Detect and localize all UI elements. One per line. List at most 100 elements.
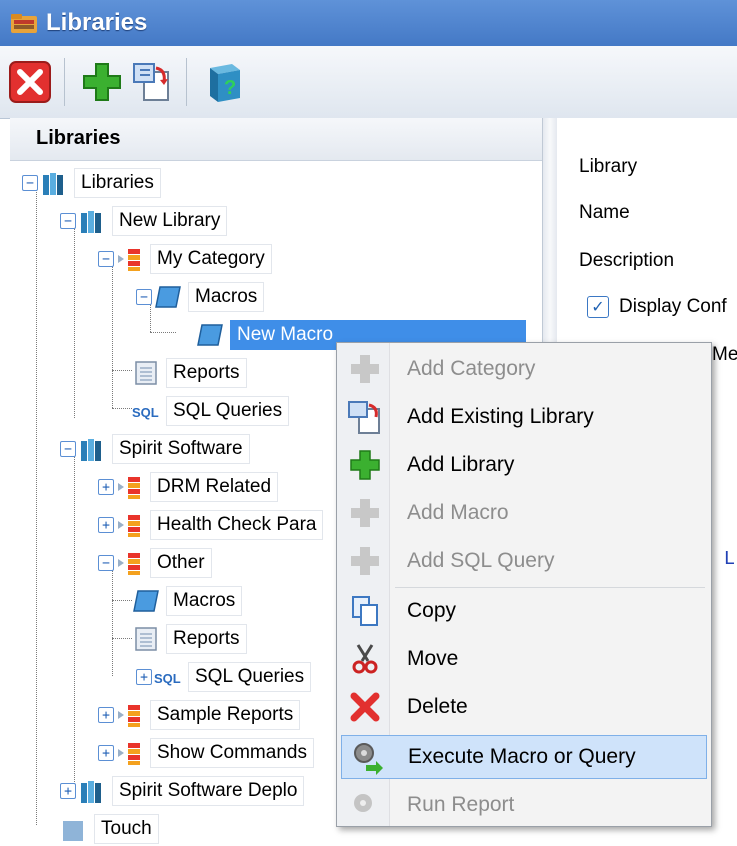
add-icon[interactable] [80,60,124,104]
collapse-toggle[interactable]: − [98,251,114,267]
library-books-icon [43,173,63,195]
svg-text:SQL: SQL [132,405,159,420]
close-icon[interactable] [8,60,52,104]
category-icon [118,705,140,727]
svg-text:SQL: SQL [154,671,181,686]
menu-item-label: Add Category [407,357,536,380]
panel-header: Libraries [10,118,542,161]
tree-node-health-check[interactable]: + Health Check Para [98,508,324,542]
tree-node-other-macros[interactable]: Macros [132,584,243,618]
expand-toggle[interactable]: + [98,707,114,723]
library-books-icon [81,211,101,233]
menu-item-add-category[interactable]: Add Category [341,347,707,391]
add-sql-query-icon [351,547,379,575]
menu-item-add-library[interactable]: Add Library [341,443,707,487]
collapse-toggle[interactable]: − [22,175,38,191]
menu-item-run-report[interactable]: Run Report [341,783,707,827]
tree-node-sql-queries[interactable]: SQL SQL Queries [132,394,290,428]
tree-node-label: My Category [150,244,272,274]
library-books-icon [81,781,101,803]
tree-node-label: Spirit Software [112,434,250,464]
collapse-toggle[interactable]: − [60,441,76,457]
collapse-toggle[interactable]: − [60,213,76,229]
tree-node-label: Macros [188,282,265,312]
window-title: Libraries [46,9,148,36]
add-existing-library-icon [348,401,380,434]
tree-node-reports[interactable]: Reports [132,356,247,390]
expand-toggle[interactable]: + [60,783,76,799]
tree-node-label: SQL Queries [166,396,290,426]
macro-scroll-icon [197,324,223,346]
menu-item-add-macro[interactable]: Add Macro [341,491,707,535]
tree-node-drm-related[interactable]: + DRM Related [98,470,279,504]
title-bar: Libraries [0,0,737,46]
libraries-folder-icon [11,14,37,33]
library-books-icon [63,821,83,841]
menu-item-add-sql-query[interactable]: Add SQL Query [341,539,707,583]
tree-node-macros[interactable]: − Macros [136,280,265,314]
tree-node-touch[interactable]: Touch [60,812,159,846]
tree-node-sample-reports[interactable]: + Sample Reports [98,698,301,732]
tree-node-spirit-software[interactable]: − Spirit Software [60,432,250,466]
sql-icon: SQL [132,405,159,420]
add-library-icon [350,450,380,480]
menu-item-move[interactable]: Move [341,637,707,681]
truncated-label: Me [712,344,737,365]
tree-node-label: DRM Related [150,472,279,502]
menu-item-label: Add Library [407,453,515,476]
menu-item-delete[interactable]: Delete [341,685,707,729]
tree-node-label: Show Commands [150,738,314,768]
tree-node-other-sql[interactable]: + SQL SQL Queries [136,660,312,694]
tree-node-label: Spirit Software Deplo [112,776,305,806]
tree-line [112,266,113,408]
display-conf-label: Display Conf [619,296,727,317]
copy-icon [352,596,378,626]
tree-line [112,370,132,371]
menu-item-label: Run Report [407,793,515,816]
menu-item-execute[interactable]: Execute Macro or Query [341,735,707,779]
toolbar: ? [0,46,737,119]
expand-toggle[interactable]: + [98,479,114,495]
tree-node-my-category[interactable]: − My Category [98,242,272,276]
tree-line [112,570,113,676]
collapse-toggle[interactable]: − [136,289,152,305]
sql-icon: SQL [154,671,181,686]
tree-line [150,332,176,333]
menu-item-label: Add SQL Query [407,549,555,572]
expand-toggle[interactable]: + [98,517,114,533]
report-icon [135,627,157,651]
tree-node-label: New Library [112,206,228,236]
menu-item-label: Add Existing Library [407,405,594,428]
toolbar-separator [64,58,65,106]
tree-node-spirit-deploy[interactable]: + Spirit Software Deplo [60,774,305,808]
add-category-icon [351,355,379,383]
tree-line [36,190,37,825]
tree-line [74,228,75,418]
tree-node-other-reports[interactable]: Reports [132,622,247,656]
tree-node-libraries[interactable]: − Libraries [22,166,161,200]
code-editor-text[interactable]: L [724,548,735,569]
tree-node-new-library[interactable]: − New Library [60,204,228,238]
menu-item-add-existing-library[interactable]: Add Existing Library [341,395,707,439]
tree-line [112,600,132,601]
menu-item-label: Copy [407,599,457,622]
category-icon [118,553,140,575]
tree-node-other[interactable]: − Other [98,546,212,580]
help-book-icon[interactable]: ? [202,60,246,104]
import-icon[interactable] [130,60,174,104]
scissors-icon [352,644,378,674]
tree-node-label: Touch [94,814,159,844]
menu-item-copy[interactable]: Copy [341,589,707,633]
tree-node-show-commands[interactable]: + Show Commands [98,736,314,770]
display-conf-checkbox[interactable]: ✓ [587,296,609,318]
collapse-toggle[interactable]: − [98,555,114,571]
run-report-icon [354,794,372,812]
expand-toggle[interactable]: + [136,669,152,685]
tree-node-label: Sample Reports [150,700,301,730]
toolbar-separator [186,58,187,106]
tree-node-label: Reports [166,624,247,654]
menu-item-label: Move [407,647,459,670]
expand-toggle[interactable]: + [98,745,114,761]
tree-line [112,408,132,409]
delete-icon [350,692,380,722]
